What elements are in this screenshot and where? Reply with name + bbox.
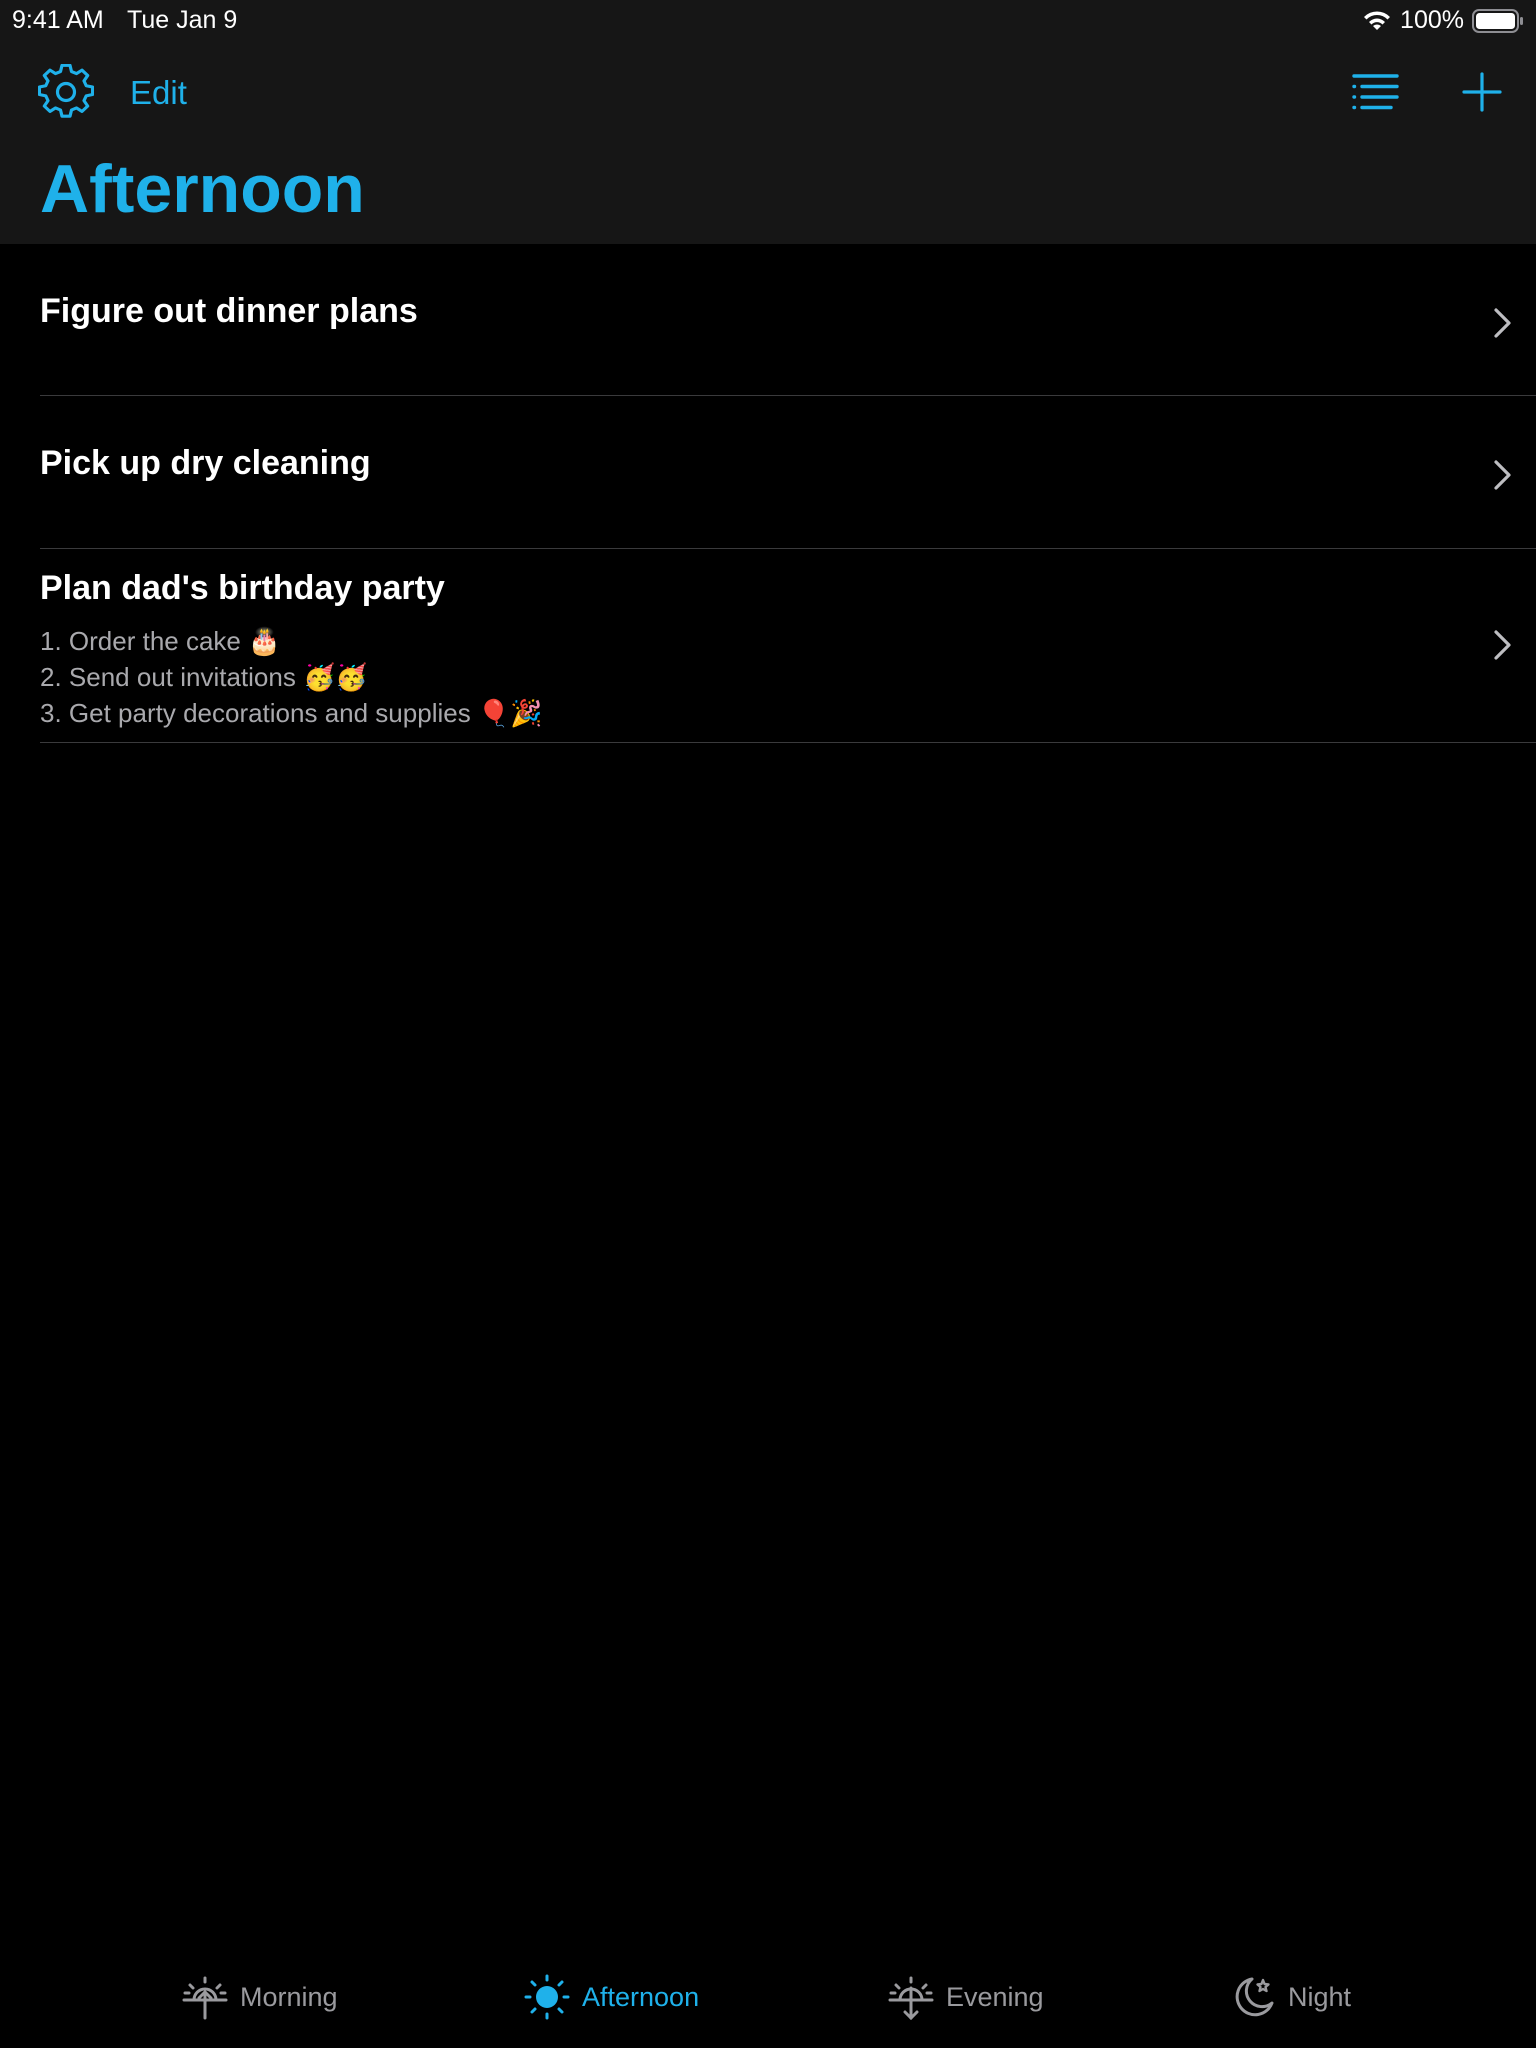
tab-afternoon[interactable]: Afternoon [524, 1974, 699, 2020]
note-line: 3. Get party decorations and supplies 🎈🎉 [40, 698, 543, 728]
list-view-button[interactable] [1346, 62, 1406, 122]
sunset-icon [888, 1976, 934, 2020]
status-indicators: 100% [1362, 6, 1524, 35]
tab-label: Afternoon [582, 1981, 700, 2012]
sunrise-icon [182, 1976, 228, 2020]
chevron-right-icon [1494, 630, 1511, 660]
plus-icon [1462, 72, 1502, 112]
add-button[interactable] [1452, 62, 1512, 122]
page-title: Afternoon [40, 151, 365, 227]
status-bar: 9:41 AM Tue Jan 9 100% [0, 0, 1536, 40]
note-line: 1. Order the cake 🎂 [40, 626, 281, 656]
battery-icon [1472, 8, 1523, 33]
moon-stars-icon [1235, 1977, 1274, 2017]
chevron-right-icon [1494, 308, 1511, 338]
tab-label: Evening [946, 1981, 1044, 2012]
task-notes: 1. Order the cake 🎂 2. Send out invitati… [40, 623, 543, 731]
task-list: Figure out dinner plans Pick up dry clea… [0, 244, 1536, 743]
task-row[interactable]: Figure out dinner plans [0, 244, 1536, 396]
settings-button[interactable] [36, 62, 96, 122]
task-row[interactable]: Pick up dry cleaning [0, 396, 1536, 549]
chevron-right-icon [1494, 460, 1511, 490]
sun-icon [524, 1974, 570, 2020]
task-title: Pick up dry cleaning [40, 444, 371, 482]
task-title: Figure out dinner plans [40, 292, 418, 330]
status-date: Tue Jan 9 [127, 6, 238, 34]
list-bullet-icon [1352, 74, 1399, 110]
tab-evening[interactable]: Evening [888, 1974, 1044, 2020]
edit-button[interactable]: Edit [130, 68, 187, 118]
tab-night[interactable]: Night [1230, 1974, 1351, 2020]
task-row[interactable]: Plan dad's birthday party 1. Order the c… [0, 549, 1536, 743]
tab-morning[interactable]: Morning [182, 1974, 338, 2020]
battery-percent: 100% [1400, 6, 1464, 34]
wifi-icon [1364, 10, 1391, 30]
row-divider [40, 742, 1536, 743]
task-title: Plan dad's birthday party [40, 569, 445, 607]
status-time: 9:41 AM [12, 6, 104, 34]
gear-icon [38, 64, 94, 118]
navigation-bar: Edit Afternoon [0, 40, 1536, 244]
app-screen: 9:41 AM Tue Jan 9 100% Edit Afternoon Fi… [0, 0, 1536, 2048]
tab-label: Morning [240, 1981, 338, 2012]
tab-label: Night [1288, 1981, 1352, 2012]
note-line: 2. Send out invitations 🥳🥳 [40, 662, 368, 692]
tab-bar: Morning Afternoon Evening Night [0, 1960, 1536, 2048]
